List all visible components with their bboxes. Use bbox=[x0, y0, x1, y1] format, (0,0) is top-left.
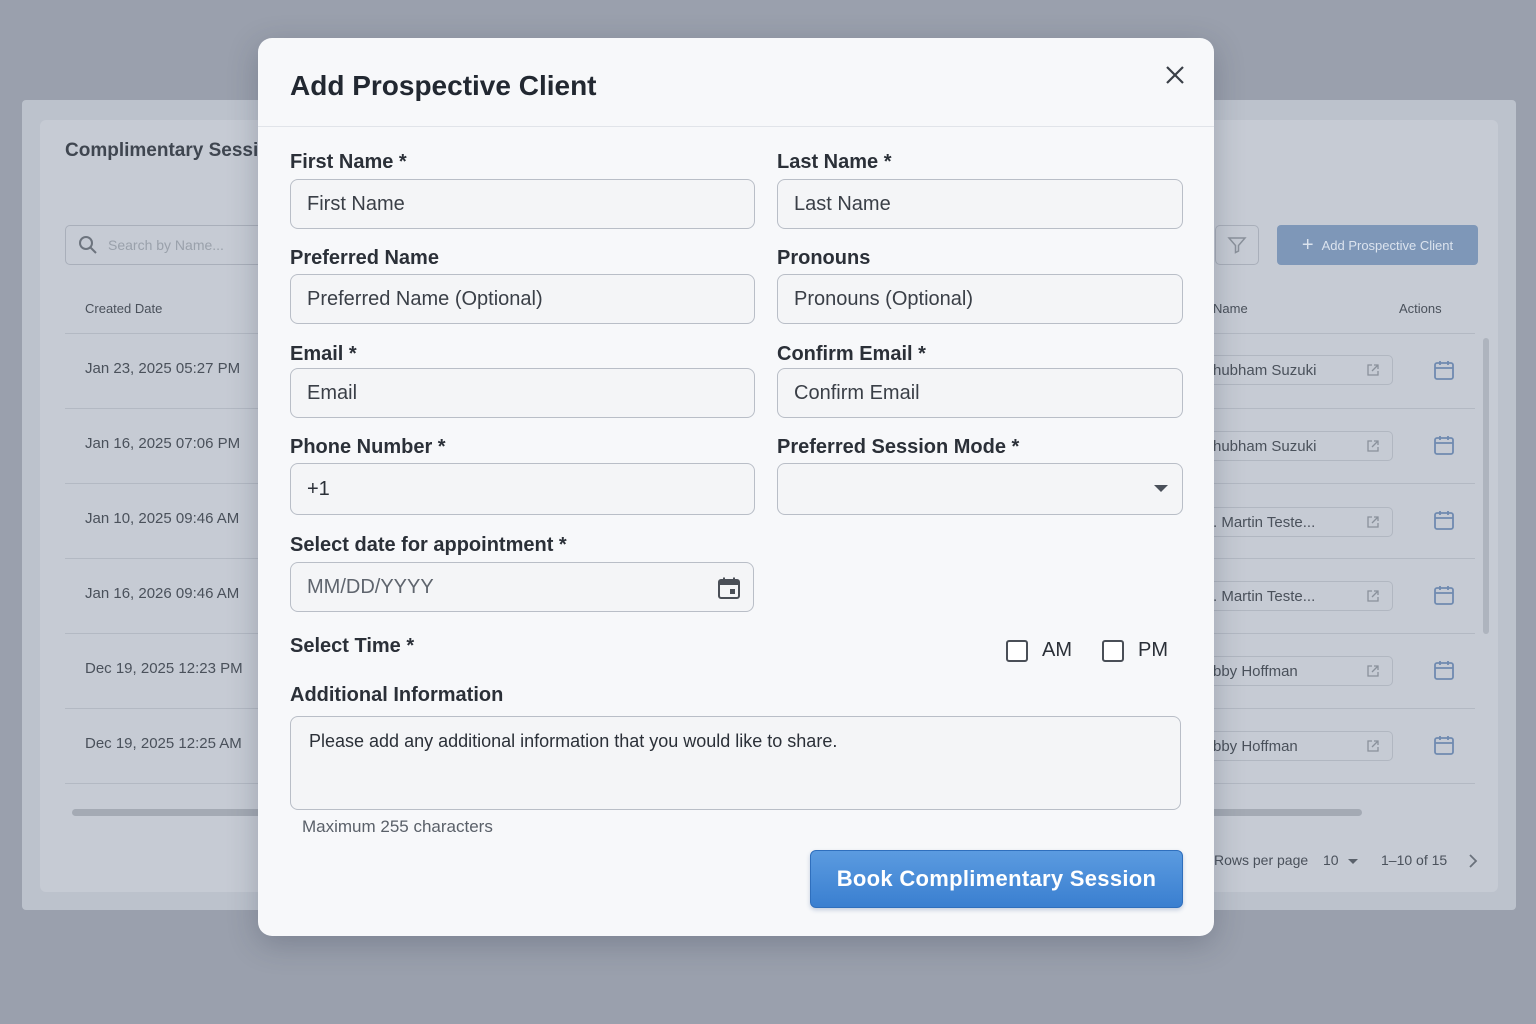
phone-number-value: +1 bbox=[307, 477, 330, 500]
column-actions: Actions bbox=[1399, 301, 1442, 316]
filter-icon bbox=[1227, 237, 1247, 254]
column-name: Name bbox=[1213, 301, 1248, 316]
email-label: Email * bbox=[290, 343, 357, 365]
dialog-header: Add Prospective Client bbox=[258, 38, 1214, 127]
row-date: Jan 16, 2025 07:06 PM bbox=[85, 435, 241, 452]
character-limit-hint: Maximum 255 characters bbox=[302, 817, 493, 836]
add-prospective-client-button[interactable]: + Add Prospective Client bbox=[1277, 225, 1478, 265]
row-date: Jan 10, 2025 09:46 AM bbox=[85, 510, 240, 527]
select-time-label: Select Time * bbox=[290, 635, 415, 657]
add-prospective-client-dialog: Add Prospective Client First Name * Firs… bbox=[258, 38, 1214, 936]
pronouns-label: Pronouns bbox=[777, 247, 871, 269]
preferred-name-placeholder: Preferred Name (Optional) bbox=[307, 287, 543, 310]
row-name: . Martin Teste... bbox=[1213, 513, 1316, 531]
first-name-label: First Name * bbox=[290, 151, 407, 173]
calendar-icon[interactable] bbox=[1433, 359, 1455, 381]
open-external-icon bbox=[1367, 440, 1379, 452]
row-date: Jan 23, 2025 05:27 PM bbox=[85, 360, 241, 377]
chevron-right-icon[interactable] bbox=[1467, 853, 1479, 869]
session-mode-select[interactable] bbox=[777, 463, 1183, 515]
calendar-icon[interactable] bbox=[1433, 659, 1455, 681]
add-button-label: Add Prospective Client bbox=[1321, 237, 1454, 253]
open-external-icon bbox=[1367, 364, 1379, 376]
calendar-icon[interactable] bbox=[1433, 434, 1455, 456]
row-name-chip[interactable]: bby Hoffman bbox=[1200, 656, 1393, 686]
submit-label: Book Complimentary Session bbox=[836, 866, 1157, 891]
additional-info-label: Additional Information bbox=[290, 684, 504, 706]
rows-per-page-select[interactable]: 10 bbox=[1323, 852, 1339, 868]
preferred-name-input[interactable]: Preferred Name (Optional) bbox=[290, 274, 755, 324]
column-created-date: Created Date bbox=[85, 301, 163, 316]
row-name: hubham Suzuki bbox=[1213, 437, 1317, 455]
pm-label: PM bbox=[1138, 639, 1168, 661]
last-name-placeholder: Last Name bbox=[794, 192, 891, 215]
row-name-chip[interactable]: . Martin Teste... bbox=[1200, 581, 1393, 611]
last-name-input[interactable]: Last Name bbox=[777, 179, 1183, 229]
plus-icon: + bbox=[1301, 234, 1314, 256]
confirm-email-input[interactable]: Confirm Email bbox=[777, 368, 1183, 418]
dialog-title: Add Prospective Client bbox=[290, 70, 597, 101]
row-name-chip[interactable]: hubham Suzuki bbox=[1200, 355, 1393, 385]
preferred-name-label: Preferred Name bbox=[290, 247, 439, 269]
additional-info-textarea[interactable]: Please add any additional information th… bbox=[290, 716, 1181, 810]
row-date: Jan 16, 2026 09:46 AM bbox=[85, 585, 240, 602]
row-name-chip[interactable]: . Martin Teste... bbox=[1200, 507, 1393, 537]
first-name-placeholder: First Name bbox=[307, 192, 405, 215]
calendar-icon[interactable] bbox=[717, 576, 741, 600]
pm-checkbox[interactable] bbox=[1102, 639, 1124, 662]
additional-info-placeholder: Please add any additional information th… bbox=[309, 731, 838, 751]
row-date: Dec 19, 2025 12:25 AM bbox=[85, 735, 242, 752]
appointment-date-placeholder: MM/DD/YYYY bbox=[307, 575, 434, 598]
pronouns-input[interactable]: Pronouns (Optional) bbox=[777, 274, 1183, 324]
open-external-icon bbox=[1367, 516, 1379, 528]
row-name: bby Hoffman bbox=[1213, 662, 1298, 680]
search-placeholder: Search by Name... bbox=[108, 237, 224, 253]
first-name-input[interactable]: First Name bbox=[290, 179, 755, 229]
close-button[interactable] bbox=[1160, 60, 1190, 90]
phone-number-input[interactable]: +1 bbox=[290, 463, 755, 515]
open-external-icon bbox=[1367, 665, 1379, 677]
chevron-down-icon bbox=[1348, 859, 1358, 864]
filter-button[interactable] bbox=[1215, 225, 1259, 265]
appointment-date-input[interactable]: MM/DD/YYYY bbox=[290, 562, 754, 612]
email-placeholder: Email bbox=[307, 381, 358, 404]
chevron-down-icon bbox=[1154, 485, 1168, 492]
pm-option[interactable]: PM bbox=[1102, 639, 1168, 662]
am-checkbox[interactable] bbox=[1006, 639, 1028, 662]
row-name-chip[interactable]: hubham Suzuki bbox=[1200, 431, 1393, 461]
page-title: Complimentary Sessi bbox=[65, 140, 259, 161]
calendar-icon[interactable] bbox=[1433, 584, 1455, 606]
confirm-email-label: Confirm Email * bbox=[777, 343, 926, 365]
pagination-range: 1–10 of 15 bbox=[1381, 852, 1448, 868]
row-name: bby Hoffman bbox=[1213, 737, 1298, 755]
row-name: hubham Suzuki bbox=[1213, 361, 1317, 379]
am-label: AM bbox=[1042, 639, 1072, 661]
email-input[interactable]: Email bbox=[290, 368, 755, 418]
last-name-label: Last Name * bbox=[777, 151, 892, 173]
row-date: Dec 19, 2025 12:23 PM bbox=[85, 660, 243, 677]
row-name: . Martin Teste... bbox=[1213, 587, 1316, 605]
am-option[interactable]: AM bbox=[1006, 639, 1072, 662]
pronouns-placeholder: Pronouns (Optional) bbox=[794, 287, 973, 310]
close-icon bbox=[1166, 66, 1184, 84]
appointment-date-label: Select date for appointment * bbox=[290, 534, 567, 556]
session-mode-label: Preferred Session Mode * bbox=[777, 436, 1020, 458]
open-external-icon bbox=[1367, 590, 1379, 602]
confirm-email-placeholder: Confirm Email bbox=[794, 381, 920, 404]
calendar-icon[interactable] bbox=[1433, 509, 1455, 531]
book-complimentary-session-button[interactable]: Book Complimentary Session bbox=[810, 850, 1183, 908]
phone-number-label: Phone Number * bbox=[290, 436, 446, 458]
row-name-chip[interactable]: bby Hoffman bbox=[1200, 731, 1393, 761]
open-external-icon bbox=[1367, 740, 1379, 752]
rows-per-page-label: Rows per page bbox=[1214, 852, 1309, 868]
calendar-icon[interactable] bbox=[1433, 734, 1455, 756]
search-icon bbox=[79, 236, 97, 254]
search-input[interactable]: Search by Name... bbox=[65, 225, 285, 265]
vertical-scrollbar[interactable] bbox=[1483, 338, 1489, 634]
